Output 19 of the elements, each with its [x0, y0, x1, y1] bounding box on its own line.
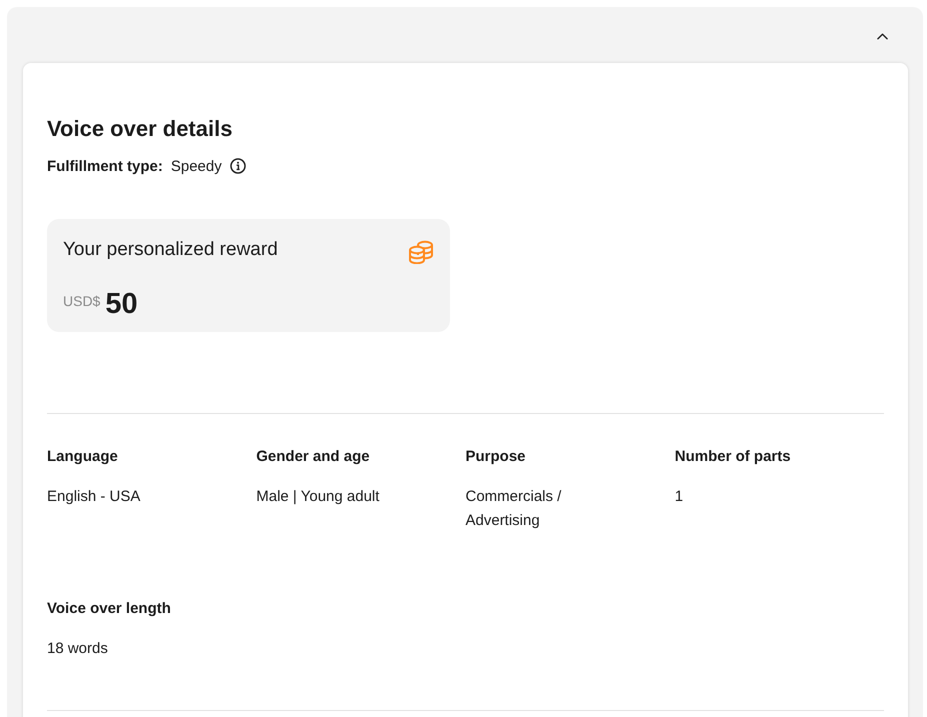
- field-value: English - USA: [47, 487, 140, 507]
- field-label: Number of parts: [674, 447, 791, 467]
- field-label: Purpose: [466, 447, 526, 467]
- field-label: Gender and age: [256, 447, 370, 467]
- field-label: Language: [47, 447, 118, 467]
- chevron-up-icon: [876, 32, 888, 40]
- fulfillment-label: Fulfillment type:: [47, 158, 163, 174]
- fulfillment-value: Speedy: [170, 158, 222, 174]
- field-value: 1: [674, 487, 684, 507]
- section-title: Voice over details: [47, 115, 232, 143]
- reward-title: Your personalized reward: [63, 238, 278, 262]
- field-value: Male | Young adult: [256, 487, 380, 507]
- reward-amount: 50: [105, 288, 138, 320]
- field-value: Commercials / Advertising: [466, 487, 562, 531]
- info-icon[interactable]: [230, 158, 246, 174]
- field-label: Voice over length: [47, 599, 171, 619]
- coins-icon: [408, 240, 434, 264]
- currency-label: USD$: [63, 292, 100, 310]
- field-value: 18 words: [47, 639, 108, 659]
